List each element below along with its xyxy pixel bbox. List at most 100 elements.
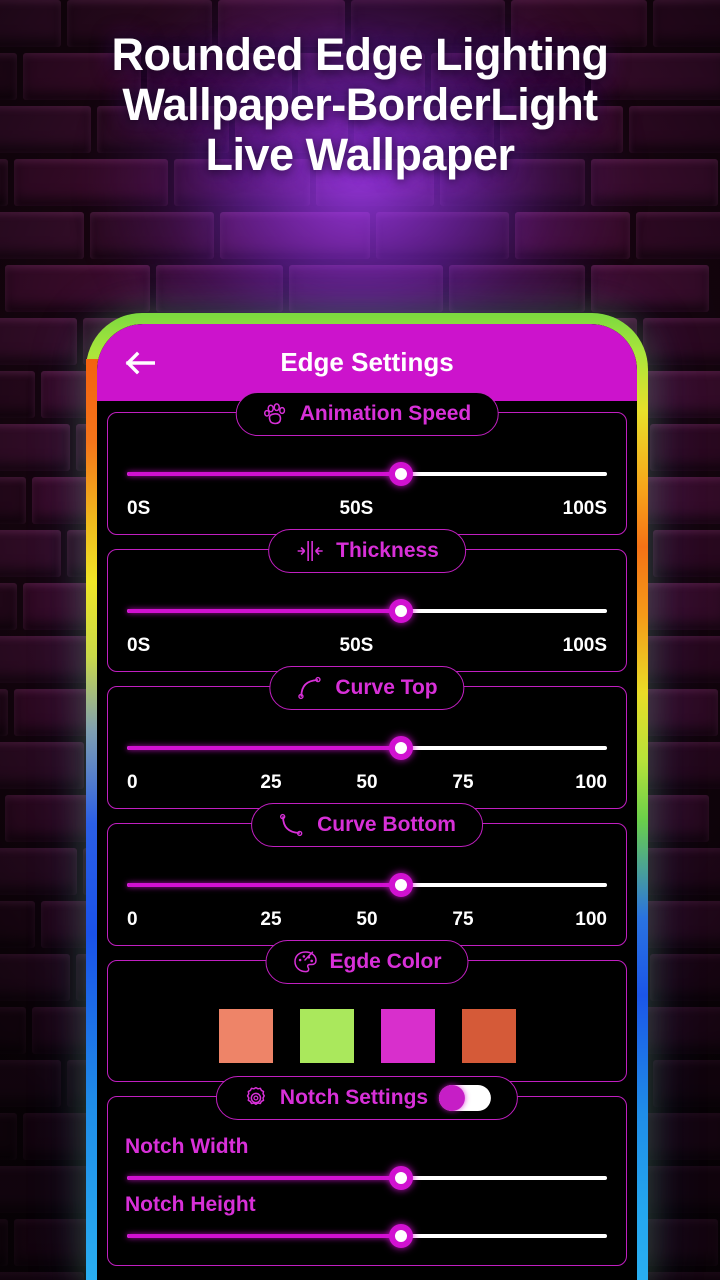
chip-label: Curve Top xyxy=(335,676,438,699)
brick xyxy=(0,530,61,577)
chip-notch-settings[interactable]: Notch Settings xyxy=(215,1076,519,1120)
scale-tick: 25 xyxy=(260,909,282,930)
brick xyxy=(0,371,35,418)
slider-scale: 0S 50S 100S xyxy=(125,635,609,657)
color-swatch-lime-green[interactable] xyxy=(299,1009,354,1063)
notch-width-label: Notch Width xyxy=(125,1135,249,1158)
slider-thumb[interactable] xyxy=(388,1224,413,1248)
slider-thumb[interactable] xyxy=(388,873,413,897)
title-line-1: Rounded Edge Lighting xyxy=(111,29,609,80)
phone-screen: Edge Settings Animation Speed 0S 50S 100… xyxy=(97,324,637,1280)
scale-tick: 50S xyxy=(339,635,374,656)
brick xyxy=(591,265,709,312)
slider-curve-top[interactable] xyxy=(127,736,607,760)
chip-animation-speed[interactable]: Animation Speed xyxy=(235,392,499,436)
brick xyxy=(0,477,26,524)
brick xyxy=(90,212,215,259)
brick xyxy=(0,1060,61,1107)
chip-curve-top[interactable]: Curve Top xyxy=(269,666,465,710)
setting-card-curve-top: Curve Top 0 25 50 75 100 xyxy=(107,666,627,809)
color-swatch-magenta[interactable] xyxy=(380,1009,435,1063)
chip-curve-bottom[interactable]: Curve Bottom xyxy=(251,803,483,847)
brick xyxy=(0,583,17,630)
brick xyxy=(514,212,630,259)
brick xyxy=(449,265,585,312)
brick xyxy=(0,954,70,1001)
title-line-2: Wallpaper-BorderLight xyxy=(122,79,598,130)
scale-tick: 75 xyxy=(452,909,474,930)
slider-fill xyxy=(127,1176,401,1180)
slider-animation-speed[interactable] xyxy=(127,462,607,486)
brick xyxy=(220,212,371,259)
color-swatch-burnt-orange[interactable] xyxy=(461,1009,516,1063)
scale-tick: 0S xyxy=(127,498,151,519)
color-swatch-salmon[interactable] xyxy=(218,1009,273,1063)
brick xyxy=(653,1060,720,1107)
slider-thumb[interactable] xyxy=(388,736,413,760)
brick xyxy=(5,265,150,312)
scale-tick: 50 xyxy=(356,909,378,930)
chip-thickness[interactable]: Thickness xyxy=(268,529,466,573)
color-swatch-row xyxy=(125,1009,609,1067)
page-title: Rounded Edge Lighting Wallpaper-BorderLi… xyxy=(0,30,720,180)
slider-notch-height[interactable] xyxy=(127,1224,607,1248)
slider-scale: 0 25 50 75 100 xyxy=(125,909,609,931)
chip-label: Egde Color xyxy=(329,950,442,973)
brick xyxy=(0,1219,8,1266)
brick xyxy=(0,742,85,789)
scale-tick: 50 xyxy=(356,772,378,793)
chip-edge-color[interactable]: Egde Color xyxy=(265,940,469,984)
chip-label: Curve Bottom xyxy=(317,813,456,836)
setting-card-thickness: Thickness 0S 50S 100S xyxy=(107,529,627,672)
brick xyxy=(0,848,77,895)
slider-notch-width[interactable] xyxy=(127,1166,607,1190)
slider-scale: 0 25 50 75 100 xyxy=(125,772,609,794)
scale-tick: 0 xyxy=(127,772,138,793)
chip-label: Animation Speed xyxy=(299,402,472,425)
palette-icon xyxy=(292,949,318,975)
slider-fill xyxy=(127,883,401,887)
setting-card-animation-speed: Animation Speed 0S 50S 100S xyxy=(107,392,627,535)
scale-tick: 25 xyxy=(260,772,282,793)
notch-height-label: Notch Height xyxy=(125,1193,256,1216)
slider-curve-bottom[interactable] xyxy=(127,873,607,897)
setting-card-curve-bottom: Curve Bottom 0 25 50 75 100 xyxy=(107,803,627,946)
slider-thickness[interactable] xyxy=(127,599,607,623)
brick xyxy=(0,1166,92,1213)
brick xyxy=(376,212,509,259)
slider-thumb[interactable] xyxy=(388,462,413,486)
brick xyxy=(0,1272,85,1280)
brick xyxy=(0,901,35,948)
brick xyxy=(0,212,85,259)
setting-card-edge-color: Egde Color xyxy=(107,940,627,1082)
scale-tick: 75 xyxy=(452,772,474,793)
slider-fill xyxy=(127,609,401,613)
toggle-knob xyxy=(439,1085,466,1111)
brick xyxy=(653,530,720,577)
slider-thumb[interactable] xyxy=(388,1166,413,1190)
brick xyxy=(650,954,720,1001)
brick xyxy=(0,636,92,683)
app-bar-title: Edge Settings xyxy=(280,347,454,377)
brick xyxy=(0,424,70,471)
slider-thumb[interactable] xyxy=(388,599,413,623)
brick xyxy=(643,318,720,365)
horizontal-resize-icon xyxy=(295,538,325,564)
chip-label: Thickness xyxy=(336,539,439,562)
slider-fill xyxy=(127,746,401,750)
setting-card-notch: Notch Settings Notch Width Notch Height xyxy=(107,1076,627,1266)
arrow-left-icon xyxy=(125,351,155,374)
slider-scale: 0S 50S 100S xyxy=(125,498,609,520)
slider-fill xyxy=(127,1234,401,1238)
curve-bottom-icon xyxy=(278,812,306,838)
scale-tick: 100 xyxy=(575,909,607,930)
back-button[interactable] xyxy=(119,342,161,384)
notch-toggle-switch[interactable] xyxy=(439,1085,492,1111)
brick xyxy=(156,265,283,312)
brick-row xyxy=(0,212,720,265)
brick xyxy=(0,689,8,736)
phone-mockup-rainbow-border: Edge Settings Animation Speed 0S 50S 100… xyxy=(86,313,648,1280)
brick xyxy=(0,1007,26,1054)
brick xyxy=(0,1113,17,1160)
curve-top-icon xyxy=(296,675,324,701)
